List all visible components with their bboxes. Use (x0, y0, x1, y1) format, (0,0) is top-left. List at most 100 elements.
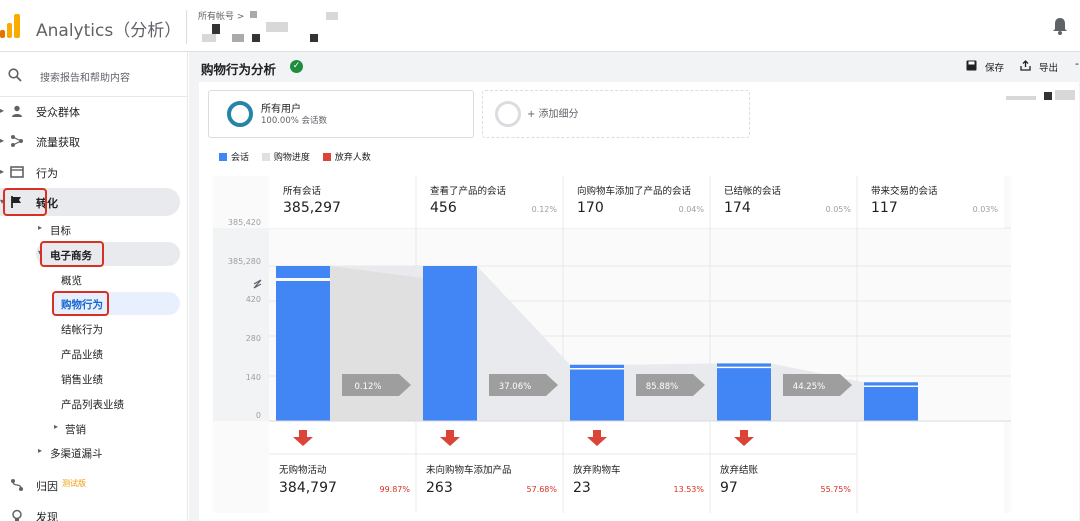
y-tick-label: 420 (246, 295, 261, 304)
stage-percent: 0.05% (826, 205, 852, 214)
sidebar-item-behavior[interactable]: ▸ 行为 (0, 159, 188, 185)
redacted-block (326, 12, 338, 20)
sidebar-item-checkout-behavior[interactable]: 结帐行为 (61, 322, 103, 337)
sidebar-item-label: 流量获取 (36, 136, 80, 149)
session-bar (570, 364, 624, 421)
page-title: 购物行为分析 (201, 62, 277, 77)
abandon-value: 23 (573, 480, 591, 496)
sidebar-item-attribution[interactable]: 归因 测试版 (0, 472, 188, 498)
highlight-box (3, 188, 47, 216)
sidebar-item-discover[interactable]: 发现 (0, 503, 188, 521)
sidebar-item-overview[interactable]: 概览 (61, 273, 82, 288)
chevron-right-icon: ▸ (0, 167, 5, 176)
analytics-logo-icon[interactable] (0, 14, 22, 38)
session-bar (276, 281, 330, 421)
sidebar-item-acquisition[interactable]: ▸ 流量获取 (0, 128, 188, 154)
sidebar-item-multichannel[interactable]: 多渠道漏斗 (50, 446, 103, 461)
top-bar: Analytics（分析） 所有帐号 > (0, 0, 1080, 52)
session-bar (864, 382, 918, 421)
highlight-box (52, 291, 109, 316)
stage-value: 174 (724, 200, 751, 216)
export-button[interactable]: 导出 (1039, 60, 1058, 74)
chevron-right-icon: ▸ (54, 422, 59, 431)
sidebar-item-audience[interactable]: ▸ 受众群体 (0, 98, 188, 124)
report-card: 所有用户 100.00% 会话数 + 添加细分 会话 购物进度 放弃人数 385… (199, 82, 1079, 521)
stage-percent: 0.04% (679, 205, 705, 214)
beta-badge: 测试版 (62, 479, 86, 488)
analytics-app: Analytics（分析） 所有帐号 > 搜索报告和帮助内容 ▸ 受众群体 ▸ … (0, 0, 1080, 521)
stage-value: 117 (871, 200, 898, 216)
export-icon[interactable] (1020, 60, 1031, 71)
attribution-label: 归因 (36, 480, 58, 493)
stage-percent: 0.12% (532, 205, 558, 214)
redacted-block (232, 34, 244, 42)
stage-value: 170 (577, 200, 604, 216)
sidebar-item-sales-performance[interactable]: 销售业绩 (61, 372, 103, 387)
chevron-right-icon: ▸ (38, 223, 43, 232)
abandon-percent: 57.68% (526, 485, 557, 494)
divider (0, 96, 188, 97)
app-title: Analytics（分析） (36, 21, 182, 41)
y-tick-label: 0 (256, 411, 261, 420)
redacted-block (252, 34, 260, 42)
y-tick-label: 280 (246, 334, 261, 343)
stage-value: 385,297 (283, 200, 341, 216)
abandon-row (269, 422, 1004, 513)
sidebar-item-label: 受众群体 (36, 106, 80, 119)
progress-rate-label: 0.12% (354, 382, 381, 392)
session-bar (423, 266, 477, 421)
search-bar[interactable]: 搜索报告和帮助内容 (0, 60, 188, 90)
redacted-block (202, 34, 216, 42)
lightbulb-icon (12, 509, 22, 521)
abandon-percent: 55.75% (820, 485, 851, 494)
page-header: 购物行为分析 ✓ 保存 导出 - (189, 52, 1080, 82)
redacted-block (250, 11, 257, 18)
y-tick-label: 385,280 (228, 257, 261, 266)
stage-label: 所有会话 (283, 185, 322, 197)
account-breadcrumb[interactable]: 所有帐号 > (198, 9, 244, 22)
acquisition-icon (11, 135, 23, 147)
chevron-right-icon: ▸ (0, 136, 5, 145)
behavior-icon (10, 166, 24, 178)
abandon-label: 无购物活动 (279, 464, 327, 476)
chevron-right-icon: ▸ (38, 446, 43, 455)
chevron-right-icon: ▸ (0, 106, 5, 115)
more-menu-icon[interactable]: - (1075, 57, 1079, 70)
save-icon[interactable] (966, 60, 977, 71)
abandon-label: 放弃结账 (720, 464, 759, 476)
stage-label: 查看了产品的会话 (430, 185, 507, 197)
abandon-value: 263 (426, 480, 453, 496)
progress-rate-label: 85.88% (646, 382, 678, 392)
y-tick-label: 385,420 (228, 218, 261, 227)
session-bar (717, 363, 771, 421)
progress-ribbon (330, 266, 423, 421)
stage-label: 已结帐的会话 (724, 185, 782, 197)
sidebar-item-label: 发现 (36, 511, 58, 521)
sidebar-item-product-performance[interactable]: 产品业绩 (61, 347, 103, 362)
attribution-icon (11, 479, 23, 491)
search-icon (8, 68, 22, 82)
progress-rate-label: 37.06% (499, 382, 531, 392)
save-button[interactable]: 保存 (985, 60, 1004, 74)
abandon-value: 97 (720, 480, 738, 496)
stage-value: 456 (430, 200, 457, 216)
sidebar-item-marketing[interactable]: 营销 (65, 422, 86, 437)
stage-percent: 0.03% (973, 205, 999, 214)
sidebar-item-label: 归因 测试版 (36, 478, 86, 494)
notification-bell-icon[interactable] (1052, 17, 1068, 35)
main-content: 购物行为分析 ✓ 保存 导出 - 所有用户 100.00% 会话数 + 添加细分 (189, 52, 1080, 521)
sidebar: 搜索报告和帮助内容 ▸ 受众群体 ▸ 流量获取 ▸ 行为 ▾ 转化 ▸ 目标 ▾… (0, 52, 188, 521)
search-input[interactable]: 搜索报告和帮助内容 (40, 69, 130, 84)
progress-rate-label: 44.25% (793, 382, 825, 392)
sidebar-item-product-list-performance[interactable]: 产品列表业绩 (61, 397, 124, 412)
shopping-funnel-chart: 385,420 385,280 420 280 140 0 所有会话 385,297 查看了产品… (213, 176, 1011, 513)
verified-check-icon: ✓ (290, 60, 303, 73)
sidebar-item-goals[interactable]: 目标 (50, 223, 71, 238)
person-icon (12, 105, 22, 117)
y-tick-label: 140 (246, 373, 261, 382)
redacted-block (266, 22, 288, 32)
sidebar-item-label: 行为 (36, 167, 58, 180)
abandon-label: 放弃购物车 (573, 464, 621, 476)
stage-label: 带来交易的会话 (871, 185, 938, 197)
highlight-box (40, 241, 104, 267)
